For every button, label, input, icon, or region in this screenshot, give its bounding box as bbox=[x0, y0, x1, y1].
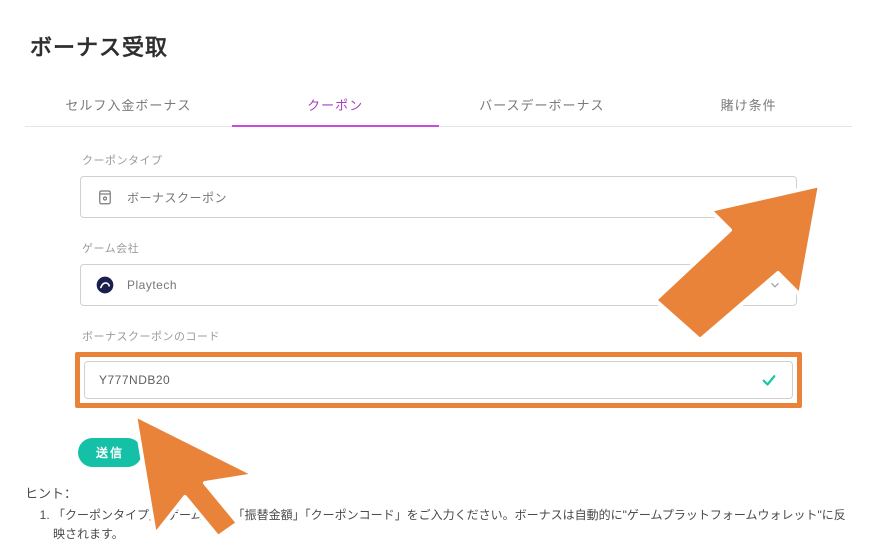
checkmark-icon bbox=[760, 371, 778, 389]
coupon-type-label: クーポンタイプ bbox=[82, 152, 797, 168]
game-company-select[interactable]: Playtech bbox=[80, 264, 797, 306]
coupon-type-value: ボーナスクーポン bbox=[127, 189, 768, 206]
tab-coupon[interactable]: クーポン bbox=[232, 87, 439, 126]
game-company-label: ゲーム会社 bbox=[82, 240, 797, 256]
annotation-highlight-rect: Y777NDB20 bbox=[75, 352, 802, 408]
bonus-code-label: ボーナスクーポンのコード bbox=[82, 328, 797, 344]
submit-button[interactable]: 送信 bbox=[78, 438, 142, 467]
coupon-type-select[interactable]: ボーナスクーポン bbox=[80, 176, 797, 218]
chevron-down-icon bbox=[768, 190, 782, 204]
game-company-value: Playtech bbox=[127, 278, 768, 292]
hints-section: ヒント： 「クーポンタイプ」「ゲーム会社」「振替金額」「クーポンコード」をご入力… bbox=[25, 483, 852, 544]
hints-title: ヒント： bbox=[25, 483, 852, 502]
bonus-code-value: Y777NDB20 bbox=[99, 373, 760, 387]
tab-self-deposit-bonus[interactable]: セルフ入金ボーナス bbox=[25, 87, 232, 126]
page-title: ボーナス受取 bbox=[30, 30, 852, 62]
tab-wager-conditions[interactable]: 賭け条件 bbox=[645, 87, 852, 126]
hint-item: 「クーポンタイプ」「ゲーム会社」「振替金額」「クーポンコード」をご入力ください。… bbox=[53, 506, 852, 544]
chevron-down-icon bbox=[768, 278, 782, 292]
coupon-icon bbox=[95, 187, 115, 207]
tabs-bar: セルフ入金ボーナス クーポン バースデーボーナス 賭け条件 bbox=[25, 87, 852, 127]
playtech-logo-icon bbox=[95, 275, 115, 295]
tab-birthday-bonus[interactable]: バースデーボーナス bbox=[439, 87, 646, 126]
bonus-code-input[interactable]: Y777NDB20 bbox=[84, 361, 793, 399]
